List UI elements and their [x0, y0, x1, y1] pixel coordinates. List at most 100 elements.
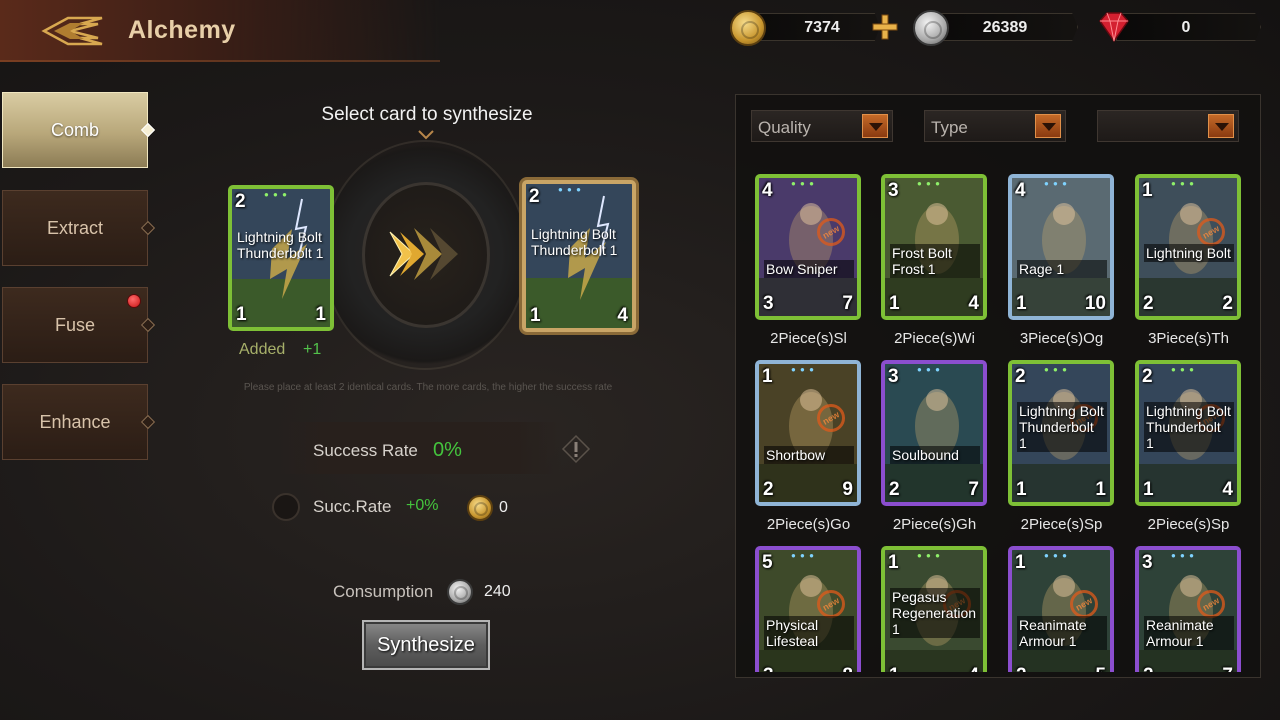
success-rate-value: 0% [433, 439, 462, 461]
new-badge-icon: new [1070, 590, 1098, 618]
card-piece-count: 3Piece(s)Og [1019, 330, 1104, 347]
card-stars-icon: ● ● ● [917, 365, 941, 374]
card-attack: 1 [1016, 293, 1027, 314]
card-name: Shortbow [764, 446, 854, 464]
card-piece-count: 2Piece(s)Go [766, 516, 851, 533]
inventory-card[interactable]: 4 ● ● ● new Bow Sniper 3 7 [755, 174, 861, 320]
card-stars-icon: ● ● ● [791, 179, 815, 188]
card-name: Soulbound [890, 446, 980, 464]
card-health: 8 [842, 665, 853, 672]
card-attack: 1 [1016, 479, 1027, 500]
tab-comb[interactable]: Comb [2, 92, 156, 168]
card-health: 9 [842, 479, 853, 500]
card-health: 10 [1084, 293, 1106, 314]
card-name: Reanimate Armour 1 [1017, 616, 1107, 650]
page-title: Alchemy [128, 16, 236, 44]
card-name: Reanimate Armour 1 [1144, 616, 1234, 650]
card-piece-count: 2Piece(s)Sp [1020, 516, 1103, 533]
card-stars-icon: ● ● ● [1044, 551, 1068, 560]
inventory-card[interactable]: 1● ● ●newPegasus Regeneration 114 [881, 546, 987, 672]
result-card[interactable]: 2 ● ● ● Lightning Bolt Thunderbolt 1 1 4 [522, 180, 636, 332]
gold-coin-icon [730, 10, 766, 46]
succ-rate-cost: 0 [499, 499, 508, 516]
card-name: Physical Lifesteal [764, 616, 854, 650]
card-cost: 3 [888, 366, 899, 387]
new-badge-icon: new [817, 404, 845, 432]
synthesize-button[interactable]: Synthesize [362, 620, 490, 670]
success-rate-label: Success Rate [313, 441, 418, 460]
inventory-card[interactable]: 4 ● ● ● Rage 1 1 10 [1008, 174, 1114, 320]
synthesize-arrow-icon [389, 228, 458, 280]
card-cost: 2 [529, 186, 540, 207]
card-cost: 4 [762, 180, 773, 201]
new-badge-icon: new [1197, 218, 1225, 246]
card-attack: 3 [763, 293, 774, 314]
select-card-label: Select card to synthesize [321, 104, 533, 125]
back-arrow-icon[interactable] [40, 14, 106, 48]
card-stars-icon: ● ● ● [1171, 365, 1195, 374]
inventory-card[interactable]: 1 ● ● ● new Lightning Bolt 2 2 [1135, 174, 1241, 320]
card-attack: 2 [889, 479, 900, 500]
card-attack: 2 [1143, 665, 1154, 672]
card-stars-icon: ● ● ● [791, 365, 815, 374]
card-cost: 3 [1142, 552, 1153, 573]
card-attack: 2 [1016, 665, 1027, 672]
tab-pointer-icon [140, 220, 156, 236]
tab-extract[interactable]: Extract [2, 190, 156, 266]
card-health: 5 [1095, 665, 1106, 672]
card-health: 4 [617, 305, 628, 326]
card-cost: 5 [762, 552, 773, 573]
card-name: Bow Sniper [764, 260, 854, 278]
inventory-card[interactable]: 3 ● ● ● newReanimate Armour 1 2 7 [1135, 546, 1241, 672]
card-stars-icon: ● ● ● [264, 190, 288, 199]
consumption-label: Consumption [333, 582, 434, 601]
inventory-card[interactable]: 3 ● ● ● Soulbound 2 7 [881, 360, 987, 506]
added-label: Added [239, 341, 286, 358]
tab-comb-label: Comb [50, 119, 99, 140]
card-cost: 1 [1142, 180, 1153, 201]
inventory-card[interactable]: 1 ● ● ● new Shortbow 2 9 [755, 360, 861, 506]
tab-pointer-icon [140, 122, 156, 138]
gold-currency: 7374 [730, 10, 890, 46]
tab-enhance[interactable]: Enhance [2, 384, 156, 460]
new-badge-icon: new [1197, 590, 1225, 618]
inventory-card[interactable]: 2● ● ●newLightning Bolt Thunderbolt 114 [1135, 360, 1241, 506]
new-badge-icon: new [817, 590, 845, 618]
card-attack: 1 [889, 293, 900, 314]
card-attack: 1 [889, 665, 900, 672]
card-cost: 1 [1015, 552, 1026, 573]
tab-fuse-label: Fuse [54, 314, 96, 335]
card-attack: 1 [1143, 479, 1154, 500]
top-bar: Alchemy 7374 26389 0 [0, 0, 1280, 62]
tab-pointer-icon [140, 414, 156, 430]
tab-fuse[interactable]: Fuse [2, 287, 156, 363]
card-name: Pegasus Regeneration 1 [890, 588, 980, 638]
card-stars-icon: ● ● ● [558, 185, 582, 194]
card-health: 4 [968, 665, 979, 672]
source-card[interactable]: 2 ● ● ● Lightning Bolt Thunderbolt 1 1 1 [228, 185, 334, 331]
info-warning-icon[interactable] [561, 434, 591, 464]
inventory-card[interactable]: 1 ● ● ● newReanimate Armour 1 2 5 [1008, 546, 1114, 672]
card-grid: 4 ● ● ● new Bow Sniper 3 7 2Piece(s)Sl 3 ● ● ● Fr… [735, 94, 1261, 672]
card-cost: 3 [888, 180, 899, 201]
silver-coin-icon [913, 10, 949, 46]
card-piece-count: 2Piece(s)Sl [770, 330, 847, 347]
card-stars-icon: ● ● ● [1044, 365, 1068, 374]
silver-currency: 26389 [913, 10, 1083, 46]
card-piece-count: 2Piece(s)Sp [1147, 516, 1230, 533]
gold-coin-icon [467, 495, 493, 521]
card-name: Lightning Bolt Thunderbolt 1 [237, 229, 324, 261]
card-cost: 2 [235, 191, 246, 212]
inventory-card[interactable]: 3 ● ● ● Frost Bolt Frost 1 1 4 [881, 174, 987, 320]
inventory-card[interactable]: 5 ● ● ● newPhysical Lifesteal 3 8 [755, 546, 861, 672]
new-badge-icon: new [817, 218, 845, 246]
add-gold-button[interactable] [870, 12, 900, 42]
card-health: 1 [315, 304, 326, 325]
silver-amount: 26389 [982, 19, 1028, 36]
card-piece-count: 2Piece(s)Gh [892, 516, 977, 533]
tab-enhance-label: Enhance [39, 411, 111, 432]
inventory-card[interactable]: 2● ● ●newLightning Bolt Thunderbolt 111 [1008, 360, 1114, 506]
boost-rate-toggle[interactable] [272, 493, 300, 521]
card-name: Rage 1 [1017, 260, 1107, 278]
gold-amount: 7374 [804, 19, 840, 36]
